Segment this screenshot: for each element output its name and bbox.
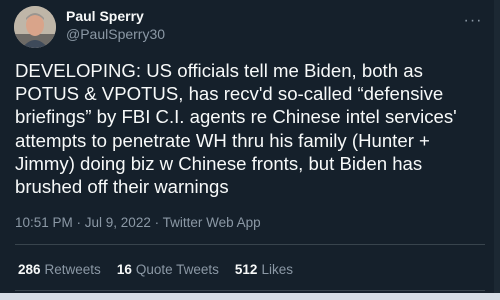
retweets-stat[interactable]: 286 Retweets [18, 262, 101, 277]
author-handle[interactable]: @PaulSperry30 [66, 26, 165, 42]
quote-tweets-count: 16 [116, 262, 132, 277]
quote-tweets-label: Quote Tweets [135, 262, 219, 277]
more-options-icon[interactable]: ··· [462, 12, 484, 30]
likes-count: 512 [234, 262, 258, 277]
scrollbar[interactable] [494, 0, 500, 293]
likes-stat[interactable]: 512 Likes [235, 262, 293, 277]
avatar[interactable] [14, 6, 56, 48]
retweets-label: Retweets [44, 262, 101, 277]
avatar-photo [14, 6, 56, 48]
tweet-text: DEVELOPING: US officials tell me Biden, … [15, 60, 457, 198]
tweet-card: Paul Sperry @PaulSperry30 ··· DEVELOPING… [0, 0, 500, 293]
quote-tweets-stat[interactable]: 16 Quote Tweets [117, 262, 219, 277]
engagement-stats: 286 Retweets 16 Quote Tweets 512 Likes [18, 262, 293, 277]
likes-label: Likes [261, 262, 293, 277]
retweets-count: 286 [18, 262, 41, 277]
divider [15, 244, 485, 245]
author-name[interactable]: Paul Sperry [66, 8, 144, 24]
tweet-timestamp[interactable]: 10:51 PM · Jul 9, 2022 · Twitter Web App [15, 215, 261, 230]
divider [15, 290, 485, 291]
